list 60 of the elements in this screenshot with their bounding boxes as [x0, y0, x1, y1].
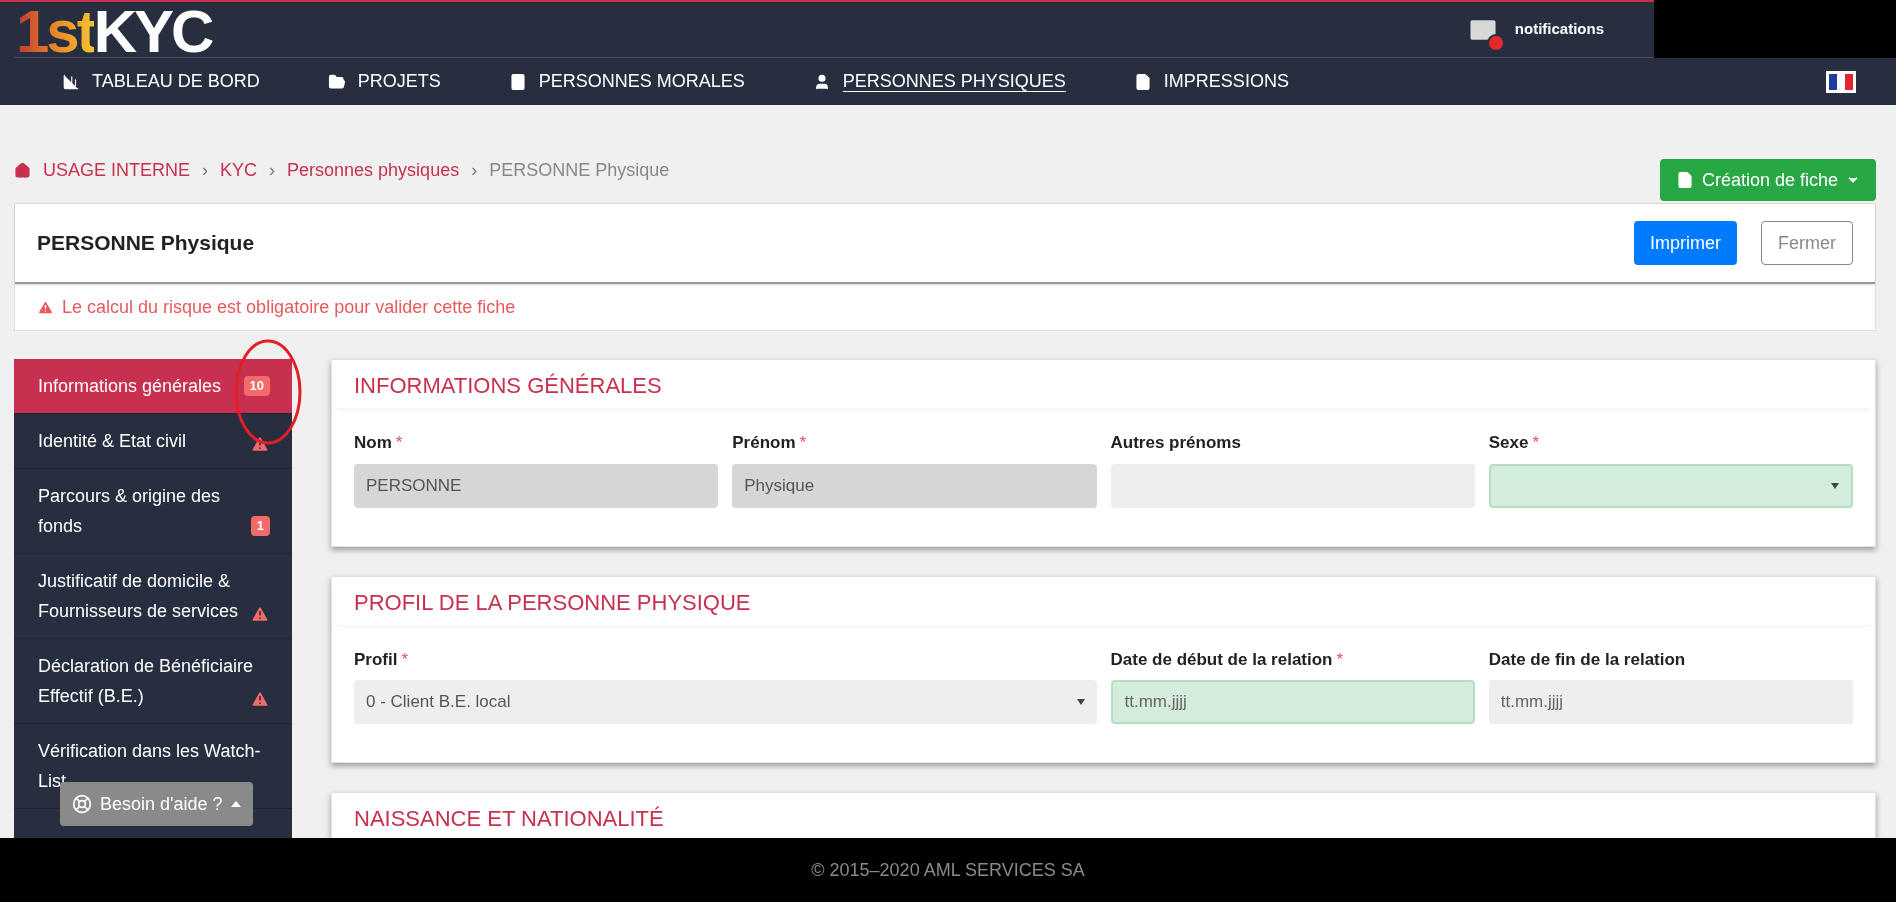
breadcrumb-separator: ›: [471, 159, 478, 182]
date-field[interactable]: tt.mm.jjjj: [1110, 680, 1475, 724]
warning-icon: [250, 434, 270, 454]
count-badge: 1: [250, 516, 270, 536]
field-label: Date de début de la relation: [1110, 648, 1333, 671]
select-field[interactable]: 0 - Client B.E. local: [354, 680, 1097, 724]
nav-link[interactable]: PROJETS: [327, 68, 441, 95]
nav-link[interactable]: PERSONNES PHYSIQUES: [812, 68, 1066, 95]
sidebar-item[interactable]: Identité & Etat civil: [14, 414, 292, 469]
field-label: Sexe: [1488, 432, 1529, 454]
required-mark: *: [1532, 432, 1540, 454]
section-title: PROFIL DE LA PERSONNE PHYSIQUE: [332, 576, 1875, 625]
count-badge: 10: [243, 376, 270, 396]
required-mark: *: [395, 432, 403, 454]
sidebar-item[interactable]: Parcours & origine des fonds 1: [14, 469, 292, 554]
breadcrumb-link[interactable]: KYC: [220, 157, 258, 184]
warning-icon: [250, 689, 270, 709]
sidebar-item[interactable]: Déclaration de Bénéficiaire Effectif (B.E.): [14, 639, 292, 724]
section-title: NAISSANCE ET NATIONALITÉ: [332, 793, 1875, 838]
required-mark: *: [799, 432, 807, 454]
file-icon: [1133, 72, 1152, 91]
required-mark: *: [401, 648, 409, 671]
field-label: Profil: [354, 648, 398, 671]
nav-link[interactable]: PERSONNES MORALES: [508, 68, 745, 95]
home-icon: [14, 162, 31, 179]
caret-up-icon: [230, 801, 241, 807]
section-title: INFORMATIONS GÉNÉRALES: [332, 360, 1875, 408]
field-label: Date de fin de la relation: [1488, 648, 1686, 671]
logo-text: KYC: [93, 1, 212, 62]
dropdown-caret-icon: [1076, 699, 1085, 705]
close-button[interactable]: Fermer: [1761, 221, 1853, 265]
date-field[interactable]: tt.mm.jjjj: [1488, 680, 1853, 724]
print-button[interactable]: Imprimer: [1634, 221, 1737, 265]
risk-alert-text: Le calcul du risque est obligatoire pour valider cette fiche: [62, 295, 516, 319]
french-flag-icon[interactable]: [1826, 70, 1856, 93]
sidebar-item[interactable]: Informations générales 10: [14, 359, 292, 414]
nav-link[interactable]: TABLEAU DE BORD: [62, 68, 260, 95]
required-mark: *: [1336, 648, 1344, 671]
nav-link[interactable]: IMPRESSIONS: [1133, 68, 1289, 95]
breadcrumb-separator: ›: [269, 159, 276, 182]
help-icon: [72, 794, 92, 814]
breadcrumb-separator: ›: [202, 159, 209, 182]
dropdown-caret-icon: [1831, 482, 1839, 489]
field-label: Autres prénoms: [1110, 432, 1241, 454]
sidebar-item[interactable]: Justificatif de domicile & Fournisseurs de services: [14, 554, 292, 639]
chart-icon: [62, 72, 80, 91]
copyright-text: © 2015–2020 AML SERVICES SA: [811, 858, 1085, 882]
field-label: Prénom: [732, 432, 796, 454]
help-menu[interactable]: Besoin d'aide ?: [60, 782, 253, 826]
warning-icon: [250, 604, 270, 624]
select-field[interactable]: [1488, 463, 1853, 508]
field-label: Nom: [354, 432, 392, 454]
breadcrumb-link[interactable]: Personnes physiques: [287, 157, 460, 184]
warning-icon: [37, 298, 54, 316]
folder-icon: [327, 72, 346, 91]
breadcrumb-link[interactable]: USAGE INTERNE: [43, 157, 191, 184]
file-icon: [1675, 171, 1694, 189]
breadcrumb-current-page: PERSONNE Physique: [489, 159, 670, 182]
notifications-button[interactable]: notifications: [1466, 13, 1604, 46]
record-title: PERSONNE Physique: [37, 230, 256, 257]
